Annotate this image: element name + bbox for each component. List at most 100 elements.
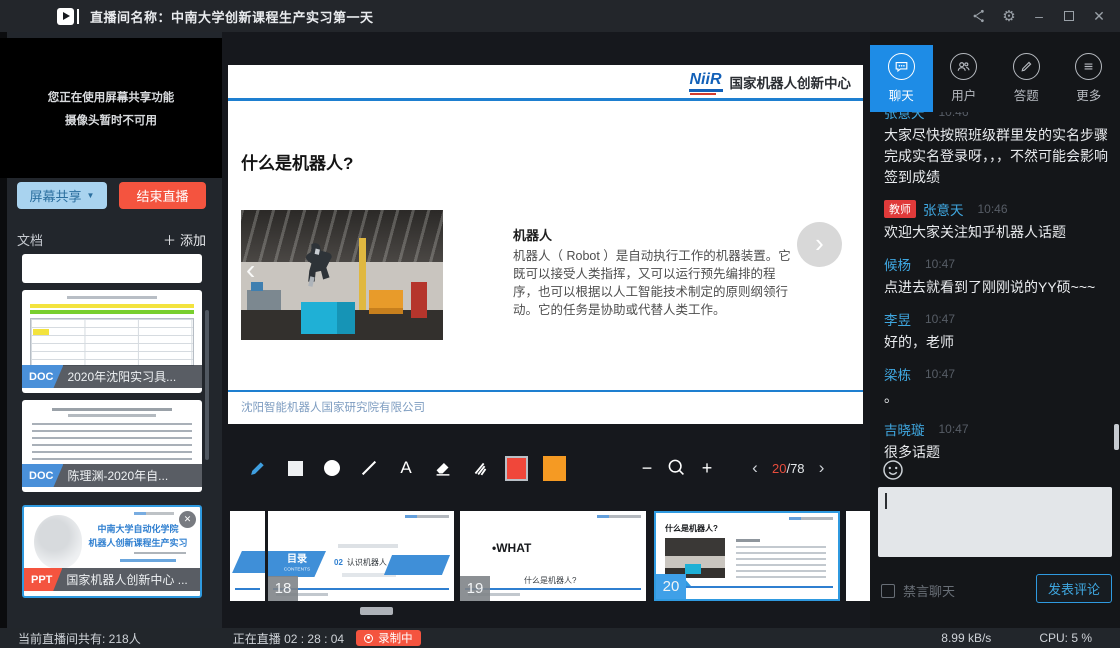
doc-type-badge: DOC (22, 464, 63, 487)
presentation-stage: NiiR 国家机器人创新中心 什么是机器人? ‹ 机器人 (222, 32, 870, 628)
toc-ribbon: 目录 CONTENTS (268, 551, 326, 577)
end-live-button[interactable]: 结束直播 (119, 182, 206, 209)
document-card-partial[interactable] (22, 254, 202, 283)
document-title: 国家机器人创新中心 ... (66, 571, 187, 588)
page-navigation: ‹ 20/78 › (745, 458, 832, 478)
close-icon[interactable]: ✕ (179, 511, 196, 528)
tab-label: 用户 (951, 85, 976, 104)
circle-tool-icon[interactable] (320, 455, 344, 481)
prev-page-button[interactable]: ‹ (745, 458, 765, 478)
chat-message-list[interactable]: 张意天 10:46 大家尽快按照班级群里发的实名步骤完成实名登录呀，，，不然可能… (870, 112, 1120, 484)
color-swatch-red[interactable] (505, 456, 528, 481)
brush-tool-icon[interactable] (468, 455, 492, 481)
document-preview-art (32, 408, 192, 465)
slide-title: 什么是机器人? (241, 149, 353, 174)
tab-label: 答题 (1014, 85, 1039, 104)
thumbnail-partial[interactable] (846, 511, 870, 601)
thumbnail-partial[interactable] (230, 511, 265, 601)
chat-sidebar: 聊天 用户 答题 更多 张意 (870, 32, 1120, 628)
app-logo-play-icon (57, 8, 74, 25)
sidebar-tabbar: 聊天 用户 答题 更多 (870, 45, 1120, 112)
ppt-preview-subline2 (120, 559, 176, 562)
mini-logo (597, 515, 641, 518)
mute-chat-checkbox[interactable] (881, 584, 895, 598)
image-prev-arrow[interactable]: ‹ (246, 256, 255, 284)
chat-message-header: 教师 张意天 10:46 (884, 200, 1120, 218)
pen-tool-icon[interactable] (246, 455, 270, 481)
tab-chat[interactable]: 聊天 (870, 45, 933, 112)
chat-message-text: 很多话题 (884, 442, 1110, 463)
ppt-type-badge: PPT (24, 568, 62, 591)
room-title: 直播间名称：中南大学创新课程生产实习第一天 (90, 7, 374, 26)
zoom-controls: − + (635, 457, 719, 479)
document-list-scrollbar[interactable] (205, 310, 209, 460)
document-label-bar: DOC 2020年沈阳实习具... (22, 365, 202, 388)
annotation-toolbar: A − + ‹ 20/78 › (246, 453, 832, 483)
minimize-button[interactable]: – (1024, 0, 1054, 32)
add-document-button[interactable]: ＋ 添加 (163, 230, 206, 249)
screen-share-button[interactable]: 屏幕共享 ▼ (17, 182, 107, 209)
recording-badge[interactable]: 录制中 (356, 630, 421, 646)
left-panel: 您正在使用屏幕共享功能 摄像头暂时不可用 屏幕共享 ▼ 结束直播 文档 ＋ 添加 (0, 32, 222, 628)
text-tool-icon[interactable]: A (394, 455, 418, 481)
document-card[interactable]: DOC 2020年沈阳实习具... (22, 290, 202, 393)
live-stream-app-window: 直播间名称：中南大学创新课程生产实习第一天 ⚙ – ✕ 您正在使用屏幕共享功能 … (0, 0, 1120, 648)
rectangle-tool-icon[interactable] (283, 455, 307, 481)
document-label-bar: DOC 陈理渊-2020年自... (22, 464, 202, 487)
tab-quiz[interactable]: 答题 (995, 45, 1058, 112)
status-bar: 当前直播间共有: 218人 正在直播 02 : 28 : 04 录制中 8.99… (0, 628, 1120, 648)
share-icon[interactable] (964, 0, 994, 32)
zoom-in-button[interactable]: + (695, 458, 719, 479)
bitrate-indicator: 8.99 kB/s (941, 631, 991, 645)
tab-more[interactable]: 更多 (1058, 45, 1120, 112)
mini-logo (789, 517, 833, 520)
ppt-preview-line1: 中南大学自动化学院 (82, 522, 194, 535)
chat-message-text: 。 (884, 387, 1110, 408)
zoom-out-button[interactable]: − (635, 458, 659, 479)
maximize-button[interactable] (1054, 0, 1084, 32)
slide-number-badge: 20 (656, 574, 686, 599)
plus-icon: ＋ (163, 230, 176, 249)
ppt-preview-subline (134, 552, 186, 554)
document-label-bar: PPT 国家机器人创新中心 ... (24, 568, 200, 591)
slide-body-heading: 机器人 (513, 225, 797, 244)
color-swatch-orange[interactable] (543, 456, 566, 481)
page-indicator: 20/78 (772, 461, 805, 476)
filmstrip-scrollbar[interactable] (360, 607, 393, 615)
document-card-selected[interactable]: 中南大学自动化学院 机器人创新课程生产实习 ✕ PPT 国家机器人创新中心 ..… (22, 505, 202, 598)
thumbnail-slide-19[interactable]: •WHAT 什么是机器人? 19 (460, 511, 646, 601)
magnifier-icon[interactable] (665, 457, 689, 479)
comment-input[interactable] (878, 487, 1112, 557)
thumbnail-slide-18[interactable]: 目录 CONTENTS 02 认识机器人 18 (268, 511, 454, 601)
mute-chat-label: 禁言聊天 (903, 581, 955, 600)
slide-top-rule (228, 98, 863, 101)
document-card[interactable]: DOC 陈理渊-2020年自... (22, 400, 202, 492)
tab-users[interactable]: 用户 (933, 45, 996, 112)
line-tool-icon[interactable] (357, 455, 381, 481)
add-document-label: 添加 (180, 230, 206, 249)
pencil-icon (1013, 53, 1040, 80)
thumbnail-slide-20-selected[interactable]: 什么是机器人? 20 (654, 511, 840, 601)
slide-number-badge: 18 (268, 576, 298, 601)
post-comment-button[interactable]: 发表评论 (1036, 574, 1112, 603)
preview-message-line1: 您正在使用屏幕共享功能 (48, 89, 175, 105)
emoji-icon[interactable] (881, 458, 905, 482)
next-page-button[interactable]: › (812, 458, 832, 478)
chat-message-text: 大家尽快按照班级群里发的实名步骤完成实名登录呀，，，不然可能会影响签到成绩 (884, 125, 1110, 188)
viewer-count: 当前直播间共有: 218人 (18, 630, 141, 647)
robot-head-art (34, 515, 82, 569)
chat-scrollbar[interactable] (1114, 424, 1119, 450)
screen-share-label: 屏幕共享 (30, 186, 82, 205)
document-title: 2020年沈阳实习具... (67, 368, 176, 385)
chevron-down-icon: ▼ (87, 191, 95, 200)
total-pages: /78 (786, 461, 804, 476)
next-slide-button[interactable]: › (797, 222, 842, 267)
eraser-tool-icon[interactable] (431, 455, 455, 481)
tab-label: 更多 (1076, 85, 1101, 104)
close-button[interactable]: ✕ (1084, 0, 1114, 32)
slide-filmstrip: 目录 CONTENTS 02 认识机器人 18 •WHAT 什么是机器人? 19 (222, 510, 870, 602)
gear-icon[interactable]: ⚙ (994, 0, 1024, 32)
robot-photo: ‹ (241, 210, 443, 340)
robot-silhouette (293, 240, 349, 304)
chat-message-text: 点进去就看到了刚刚说的YY硕~~~ (884, 277, 1110, 298)
